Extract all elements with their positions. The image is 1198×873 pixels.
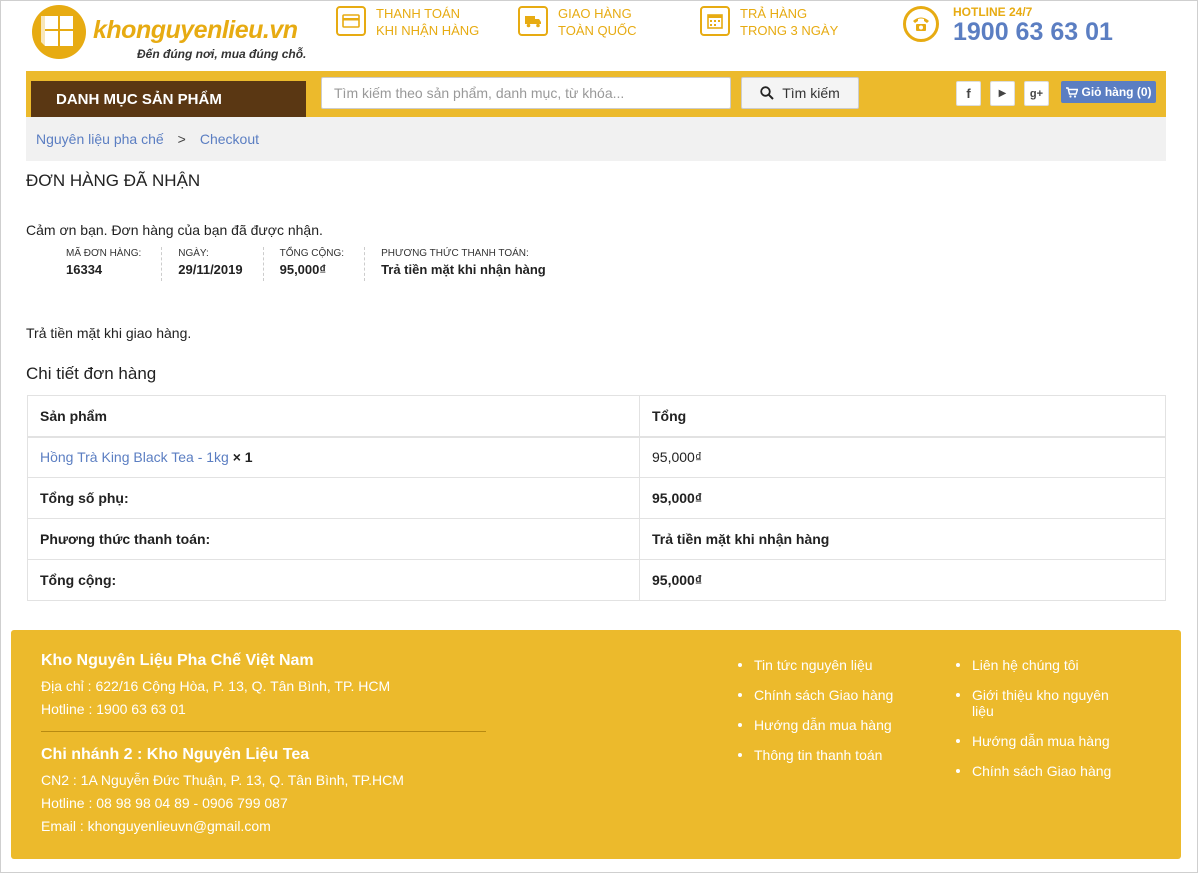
footer-link[interactable]: Giới thiệu kho nguyên liệu <box>954 687 1124 719</box>
footer-links-col1: Tin tức nguyên liệu Chính sách Giao hàng… <box>736 657 936 777</box>
search-input[interactable] <box>321 77 731 109</box>
cart-button[interactable]: Giỏ hàng (0) <box>1061 81 1156 103</box>
logo-slogan: Đến đúng nơi, mua đúng chỗ. <box>137 47 307 61</box>
overview-label: PHƯƠNG THỨC THANH TOÁN: <box>381 248 529 259</box>
grand-total-value: 95,000₫ <box>639 559 1166 601</box>
feature-line: KHI NHẬN HÀNG <box>376 23 480 38</box>
breadcrumb-separator: > <box>177 131 186 147</box>
footer: Kho Nguyên Liệu Pha Chế Việt Nam Địa chỉ… <box>11 630 1181 859</box>
overview-label: TỔNG CỘNG: <box>279 248 345 259</box>
search-button[interactable]: Tìm kiếm <box>741 77 859 109</box>
facebook-icon[interactable]: f <box>956 81 981 106</box>
logo-box-icon <box>32 5 86 59</box>
order-overview: MÃ ĐƠN HÀNG: 16334 NGÀY: 29/11/2019 TỔNG… <box>50 247 566 283</box>
footer-link[interactable]: Chính sách Giao hàng <box>954 763 1124 779</box>
footer-main-name: Kho Nguyên Liệu Pha Chế Việt Nam <box>41 652 314 669</box>
table-row: Hồng Trà King Black Tea - 1kg × 1 95,000… <box>27 436 1166 478</box>
truck-icon <box>518 6 548 36</box>
youtube-icon[interactable]: ▶ <box>990 81 1015 106</box>
breadcrumb-item-checkout[interactable]: Checkout <box>200 131 259 147</box>
footer-main-hotline: Hotline : 1900 63 63 01 <box>41 701 186 717</box>
hotline-label: HOTLINE 24/7 <box>953 5 1033 19</box>
overview-value: 16334 <box>66 262 103 277</box>
feature-line: TOÀN QUỐC <box>558 23 637 38</box>
product-total: 95,000₫ <box>639 436 1166 478</box>
footer-link[interactable]: Chính sách Giao hàng <box>736 687 936 703</box>
google-plus-icon[interactable]: g+ <box>1024 81 1049 106</box>
breadcrumb-item-category[interactable]: Nguyên liệu pha chế <box>36 131 164 147</box>
table-row: Tổng cộng: 95,000₫ <box>27 559 1166 601</box>
feature-line: TRẢ HÀNG <box>740 6 808 21</box>
thank-you-message: Cảm ơn bạn. Đơn hàng của bạn đã được nhậ… <box>26 222 323 238</box>
overview-label: MÃ ĐƠN HÀNG: <box>66 248 142 259</box>
feature-line: GIAO HÀNG <box>558 6 632 21</box>
top-header: khonguyenlieu.vn Đến đúng nơi, mua đúng … <box>1 1 1197 69</box>
product-quantity: × 1 <box>232 449 253 466</box>
overview-order-number: MÃ ĐƠN HÀNG: 16334 <box>50 247 163 281</box>
payment-note: Trả tiền mặt khi giao hàng. <box>26 325 192 341</box>
footer-branch-name: Chi nhánh 2 : Kho Nguyên Liệu Tea <box>41 746 310 763</box>
footer-link[interactable]: Thông tin thanh toán <box>736 747 936 763</box>
table-row: Tổng số phụ: 95,000₫ <box>27 477 1166 519</box>
overview-value: 95,000₫ <box>279 262 327 277</box>
overview-value: Trả tiền mặt khi nhận hàng <box>381 262 546 277</box>
credit-card-icon <box>336 6 366 36</box>
footer-divider <box>41 731 486 732</box>
hotline: HOTLINE 24/7 1900 63 63 01 <box>903 3 1133 53</box>
category-menu-button[interactable]: DANH MỤC SẢN PHẨM <box>31 81 306 117</box>
search-icon <box>760 86 774 100</box>
calendar-icon <box>700 6 730 36</box>
subtotal-value: 95,000₫ <box>639 477 1166 519</box>
order-details-table: Sản phẩm Tổng Hồng Trà King Black Tea - … <box>27 395 1166 601</box>
overview-label: NGÀY: <box>178 248 209 259</box>
header-total: Tổng <box>639 395 1166 438</box>
footer-links-col2: Liên hệ chúng tôi Giới thiệu kho nguyên … <box>954 657 1124 793</box>
order-details-title: Chi tiết đơn hàng <box>26 364 157 383</box>
footer-email[interactable]: Email : khonguyenlieuvn@gmail.com <box>41 818 271 834</box>
footer-link[interactable]: Hướng dẫn mua hàng <box>736 717 936 733</box>
overview-date: NGÀY: 29/11/2019 <box>162 247 264 281</box>
table-row: Phương thức thanh toán: Trả tiền mặt khi… <box>27 518 1166 560</box>
phone-icon <box>903 6 939 42</box>
product-link[interactable]: Hồng Trà King Black Tea - 1kg <box>40 449 229 465</box>
payment-method-value: Trả tiền mặt khi nhận hàng <box>639 518 1166 560</box>
footer-link[interactable]: Hướng dẫn mua hàng <box>954 733 1124 749</box>
overview-total: TỔNG CỘNG: 95,000₫ <box>264 247 366 281</box>
nav-bar: DANH MỤC SẢN PHẨM Tìm kiếm f ▶ g+ Giỏ hà… <box>26 71 1166 117</box>
cart-label: Giỏ hàng (0) <box>1081 85 1152 99</box>
overview-payment-method: PHƯƠNG THỨC THANH TOÁN: Trả tiền mặt khi… <box>365 247 566 281</box>
footer-branch-hotline: Hotline : 08 98 98 04 89 - 0906 799 087 <box>41 795 288 811</box>
hotline-number[interactable]: 1900 63 63 01 <box>953 18 1113 47</box>
feature-line: THANH TOÁN <box>376 6 461 21</box>
payment-method-label: Phương thức thanh toán: <box>27 518 640 560</box>
feature-line: TRONG 3 NGÀY <box>740 23 839 38</box>
overview-value: 29/11/2019 <box>178 262 243 277</box>
logo-name: khonguyenlieu.vn <box>93 16 298 44</box>
footer-link[interactable]: Liên hệ chúng tôi <box>954 657 1124 673</box>
subtotal-label: Tổng số phụ: <box>27 477 640 519</box>
table-header-row: Sản phẩm Tổng <box>27 395 1166 438</box>
site-logo[interactable]: khonguyenlieu.vn Đến đúng nơi, mua đúng … <box>31 4 321 64</box>
footer-link[interactable]: Tin tức nguyên liệu <box>736 657 936 673</box>
header-product: Sản phẩm <box>27 395 640 438</box>
footer-branch-address: CN2 : 1A Nguyễn Đức Thuận, P. 13, Q. Tân… <box>41 772 404 788</box>
grand-total-label: Tổng cộng: <box>27 559 640 601</box>
page-title: ĐƠN HÀNG ĐÃ NHẬN <box>26 171 201 190</box>
cart-icon <box>1065 86 1078 98</box>
footer-main-address: Địa chỉ : 622/16 Cộng Hòa, P. 13, Q. Tân… <box>41 678 391 694</box>
product-cell: Hồng Trà King Black Tea - 1kg × 1 <box>27 436 640 478</box>
search-button-label: Tìm kiếm <box>782 85 840 101</box>
breadcrumb: Nguyên liệu pha chế > Checkout <box>26 117 1166 161</box>
